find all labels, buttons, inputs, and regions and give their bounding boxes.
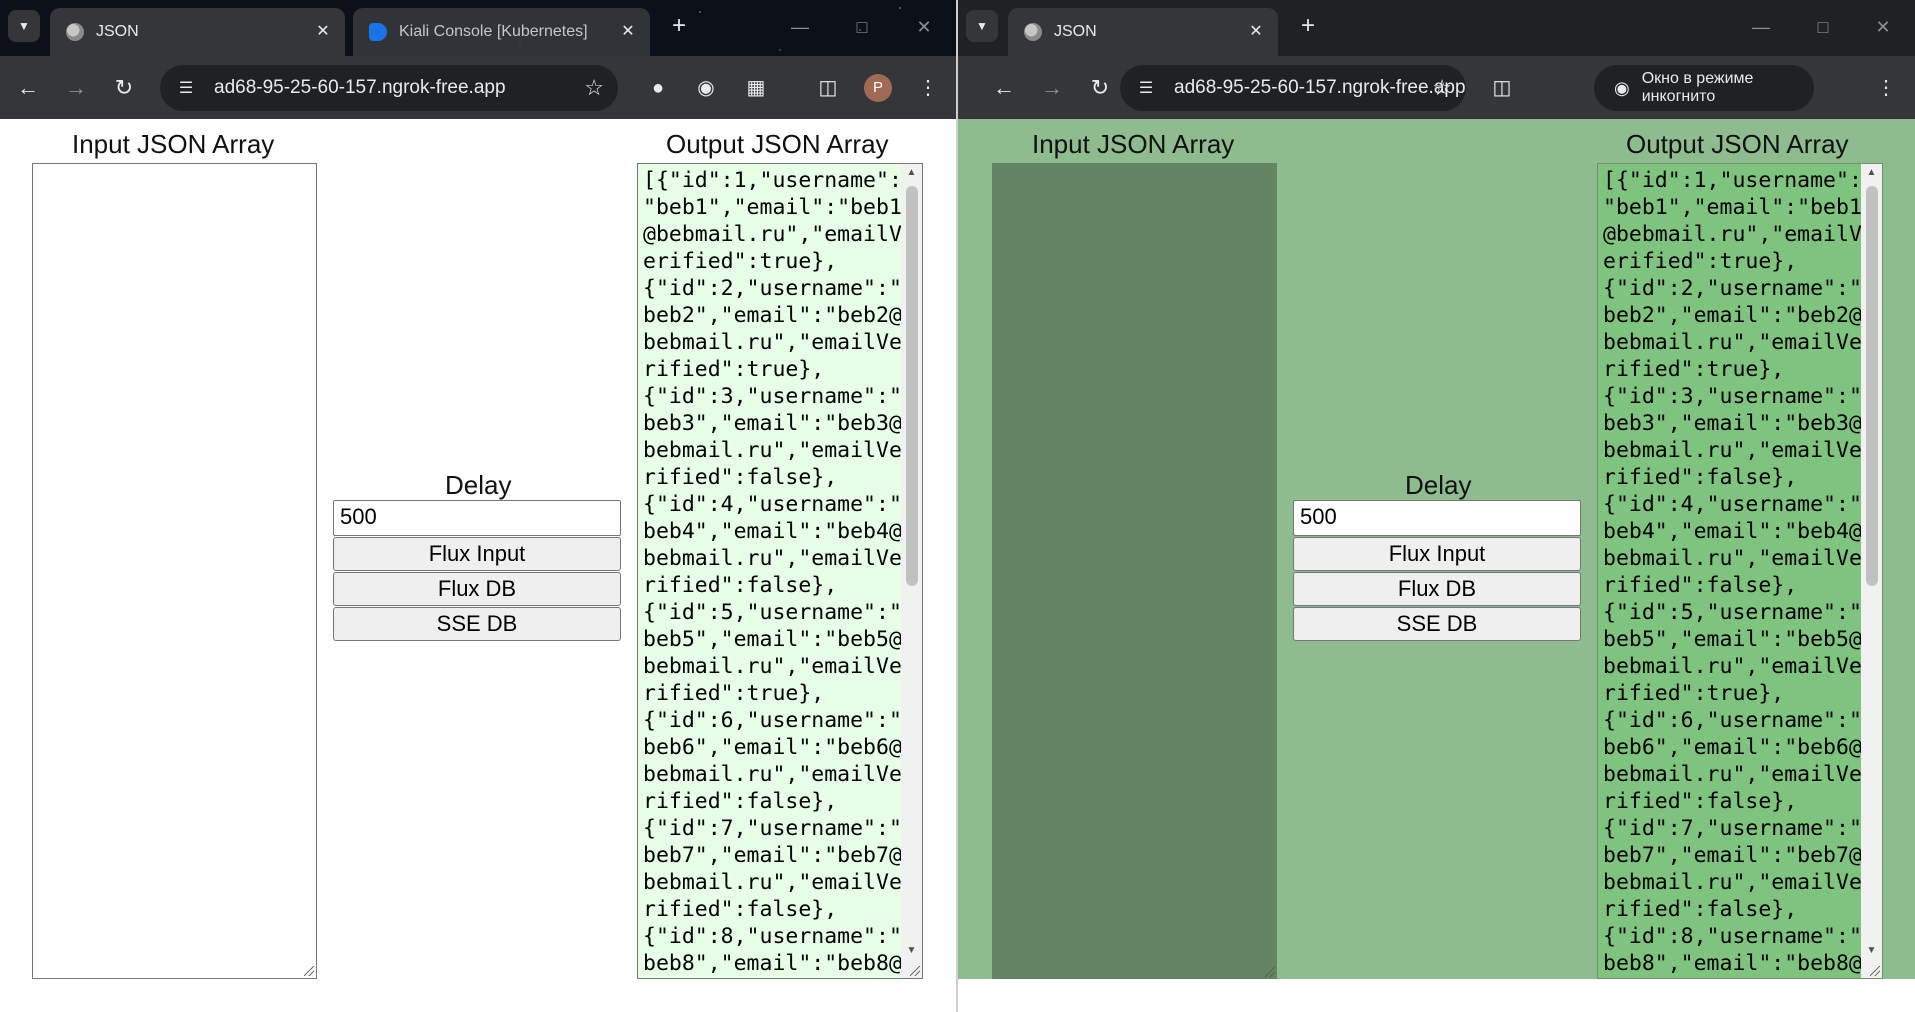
maximize-icon[interactable]: □ <box>842 12 882 42</box>
resize-grip-icon[interactable] <box>1265 967 1275 977</box>
site-info-icon[interactable]: ☰ <box>174 78 198 98</box>
globe-icon <box>66 23 84 41</box>
tab-title: Kiali Console [Kubernetes] <box>399 23 588 40</box>
delay-input[interactable]: 500 <box>1293 500 1581 536</box>
profile-avatar[interactable]: P <box>864 74 892 102</box>
output-scrollbar[interactable]: ▲ ▼ <box>901 164 922 978</box>
resize-grip-icon[interactable] <box>304 966 314 976</box>
chevron-down-icon: ▼ <box>18 19 30 33</box>
output-label: Output JSON Array <box>1626 129 1849 159</box>
scroll-down-icon[interactable]: ▼ <box>1861 942 1882 960</box>
address-bar[interactable]: ☰ ad68-95-25-60-157.ngrok-free.app ☆ <box>1120 65 1466 111</box>
input-json-textarea[interactable] <box>32 163 317 979</box>
flux-db-button[interactable]: Flux DB <box>333 572 621 606</box>
input-label: Input JSON Array <box>72 129 275 159</box>
chevron-down-icon: ▼ <box>976 19 988 33</box>
right-browser-window: ▼ JSON ✕ + — □ ✕ ← → ↻ ☰ ad68-95-25-60-1… <box>958 0 1915 1012</box>
scroll-down-icon[interactable]: ▼ <box>901 942 922 960</box>
globe-icon <box>1024 23 1042 41</box>
flux-input-button[interactable]: Flux Input <box>1293 537 1581 571</box>
incognito-label: Окно в режиме инкогнито <box>1641 70 1754 105</box>
sse-db-button[interactable]: SSE DB <box>1293 607 1581 641</box>
browser-toolbar: ← → ↻ ☰ ad68-95-25-60-157.ngrok-free.app… <box>0 56 956 119</box>
input-label: Input JSON Array <box>1032 129 1235 159</box>
back-icon[interactable]: ← <box>988 72 1020 104</box>
back-icon[interactable]: ← <box>12 72 44 104</box>
page-content: Input JSON Array Delay 500 Flux Input Fl… <box>0 119 956 1012</box>
flux-db-button[interactable]: Flux DB <box>1293 572 1581 606</box>
reload-icon[interactable]: ↻ <box>108 72 140 104</box>
minimize-icon[interactable]: — <box>1741 12 1781 42</box>
scroll-up-icon[interactable]: ▲ <box>901 164 922 182</box>
browser-toolbar: ← → ↻ ☰ ad68-95-25-60-157.ngrok-free.app… <box>958 56 1915 119</box>
minimize-icon[interactable]: — <box>780 12 820 42</box>
delay-label: Delay <box>1405 470 1472 500</box>
tab-json[interactable]: JSON ✕ <box>50 8 345 56</box>
bookmark-star-icon[interactable]: ☆ <box>584 75 604 101</box>
scrollbar-thumb[interactable] <box>906 186 918 586</box>
resize-grip-icon[interactable] <box>910 966 920 976</box>
delay-label: Delay <box>445 470 512 500</box>
tab-strip: ▼ JSON ✕ Kiali Console [Kubernetes] ✕ + … <box>0 0 956 56</box>
incognito-indicator[interactable]: ◉ Окно в режиме инкогнито <box>1594 65 1814 111</box>
tab-strip: ▼ JSON ✕ + — □ ✕ <box>958 0 1915 56</box>
address-bar[interactable]: ☰ ad68-95-25-60-157.ngrok-free.app ☆ <box>160 65 618 111</box>
address-text: ad68-95-25-60-157.ngrok-free.app <box>214 77 506 98</box>
tab-search-button[interactable]: ▼ <box>966 10 998 42</box>
side-panel-icon[interactable]: ◫ <box>812 72 844 104</box>
extensions-puzzle-icon[interactable]: ▦ <box>740 72 772 104</box>
output-json-text: [{"id":1,"username": "beb1","email":"beb… <box>1603 168 1862 976</box>
scrollbar-thumb[interactable] <box>1866 186 1878 586</box>
menu-dots-icon[interactable]: ⋮ <box>1870 72 1902 104</box>
tab-search-button[interactable]: ▼ <box>8 10 40 42</box>
tab-json[interactable]: JSON ✕ <box>1008 8 1278 56</box>
kiali-icon <box>369 23 387 41</box>
tab-title: JSON <box>1054 23 1097 40</box>
output-json-textarea[interactable]: [{"id":1,"username": "beb1","email":"beb… <box>1597 163 1883 979</box>
forward-icon[interactable]: → <box>60 72 92 104</box>
tab-title: JSON <box>96 23 139 40</box>
close-tab-icon[interactable]: ✕ <box>618 22 638 42</box>
forward-icon[interactable]: → <box>1036 72 1068 104</box>
extension-circle-icon[interactable]: ◉ <box>690 72 722 104</box>
output-scrollbar[interactable]: ▲ ▼ <box>1861 164 1882 978</box>
flux-input-button[interactable]: Flux Input <box>333 537 621 571</box>
tab-kiali-console[interactable]: Kiali Console [Kubernetes] ✕ <box>353 8 650 56</box>
left-browser-window: ▼ JSON ✕ Kiali Console [Kubernetes] ✕ + … <box>0 0 956 1012</box>
maximize-icon[interactable]: □ <box>1803 12 1843 42</box>
delay-input[interactable]: 500 <box>333 500 621 536</box>
address-text: ad68-95-25-60-157.ngrok-free.app <box>1174 77 1466 98</box>
new-tab-button[interactable]: + <box>1293 12 1323 42</box>
site-info-icon[interactable]: ☰ <box>1134 78 1158 98</box>
resize-grip-icon[interactable] <box>1870 966 1880 976</box>
close-tab-icon[interactable]: ✕ <box>1246 22 1266 42</box>
reload-icon[interactable]: ↻ <box>1084 72 1116 104</box>
close-window-icon[interactable]: ✕ <box>1863 12 1903 42</box>
extension-globe-icon[interactable]: ● <box>642 72 674 104</box>
incognito-icon: ◉ <box>1614 77 1630 98</box>
input-json-textarea[interactable] <box>992 163 1277 979</box>
close-window-icon[interactable]: ✕ <box>904 12 944 42</box>
bookmark-star-icon[interactable]: ☆ <box>1432 75 1452 101</box>
side-panel-icon[interactable]: ◫ <box>1486 72 1518 104</box>
close-tab-icon[interactable]: ✕ <box>313 22 333 42</box>
output-json-text: [{"id":1,"username": "beb1","email":"beb… <box>643 168 902 976</box>
output-label: Output JSON Array <box>666 129 889 159</box>
menu-dots-icon[interactable]: ⋮ <box>912 72 944 104</box>
sse-db-button[interactable]: SSE DB <box>333 607 621 641</box>
new-tab-button[interactable]: + <box>664 12 694 42</box>
page-content: Input JSON Array Delay 500 Flux Input Fl… <box>958 119 1915 1012</box>
page-bottom-strip <box>958 979 1915 1012</box>
scroll-up-icon[interactable]: ▲ <box>1861 164 1882 182</box>
output-json-textarea[interactable]: [{"id":1,"username": "beb1","email":"beb… <box>637 163 923 979</box>
